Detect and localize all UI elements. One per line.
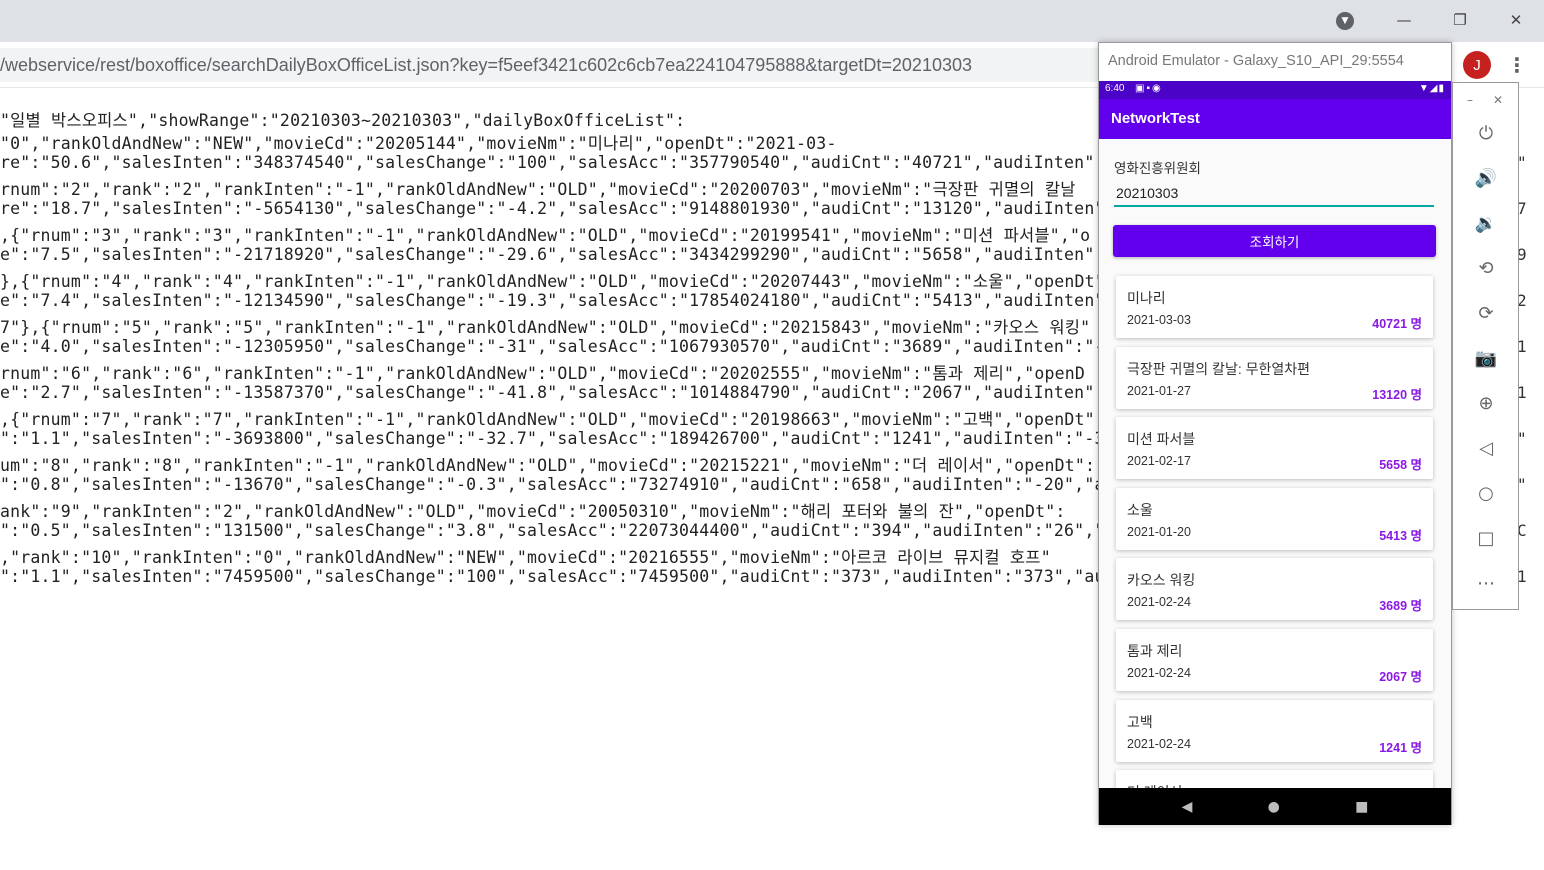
side-toolbar-header: – ✕	[1453, 89, 1518, 107]
movie-card[interactable]: 고백 2021-02-24 1241 명	[1116, 699, 1433, 762]
movie-card[interactable]: 미나리 2021-03-03 40721 명	[1116, 276, 1433, 338]
movie-audience-count: 3689 명	[1379, 599, 1422, 614]
chevron-down-icon[interactable]: ▼	[1336, 12, 1354, 30]
rotate-left-icon[interactable]: ⟲	[1474, 256, 1498, 280]
volume-up-icon[interactable]: 🔊	[1474, 166, 1498, 190]
movie-card[interactable]: 톰과 제리 2021-02-24 2067 명	[1116, 629, 1433, 691]
zoom-icon[interactable]: ⊕	[1474, 391, 1498, 415]
movie-title: 미나리	[1127, 290, 1166, 306]
emulator-title: Android Emulator - Galaxy_S10_API_29:555…	[1099, 43, 1451, 81]
back-icon[interactable]: ◁	[1474, 436, 1498, 460]
android-nav-bar: ◀ ● ■	[1099, 788, 1451, 825]
movie-open-date: 2021-02-24	[1127, 736, 1191, 751]
json-line: ":"1.1","salesInten":"7459500","salesCha…	[0, 567, 1115, 586]
close-icon[interactable]: ✕	[1488, 0, 1544, 40]
movie-open-date: 2021-01-20	[1127, 524, 1191, 539]
camera-icon[interactable]: 📷	[1474, 346, 1498, 370]
power-icon[interactable]: ⏻	[1474, 121, 1498, 145]
minimize-icon[interactable]: –	[1467, 93, 1473, 107]
close-icon[interactable]: ✕	[1493, 93, 1503, 107]
movie-card[interactable]: 극장판 귀멸의 칼날: 무한열차편 2021-01-27 13120 명	[1116, 346, 1433, 409]
movie-title: 미션 파서블	[1127, 431, 1196, 448]
json-line: "0","rankOldAndNew":"NEW","movieCd":"202…	[0, 134, 837, 153]
url-text: /webservice/rest/boxoffice/searchDailyBo…	[0, 55, 972, 75]
date-input[interactable]	[1114, 181, 1434, 207]
minimize-icon[interactable]: —	[1376, 0, 1432, 40]
notification-icons: ▣▪◉	[1135, 83, 1163, 94]
json-line: 7"},{"rnum":"5","rank":"5","rankInten":"…	[0, 318, 1091, 337]
rotate-right-icon[interactable]: ⟳	[1474, 301, 1498, 325]
json-line: ank":"9","rankInten":"2","rankOldAndNew"…	[0, 502, 1066, 521]
movie-card[interactable]: 미션 파서블 2021-02-17 5658 명	[1116, 417, 1433, 480]
overview-icon[interactable]: □	[1474, 526, 1498, 550]
json-line: ":"1.1","salesInten":"-3693800","salesCh…	[0, 429, 1115, 448]
nav-back-icon[interactable]: ◀	[1182, 799, 1193, 815]
json-line: e":"2.7","salesInten":"-13587370","sales…	[0, 383, 1105, 402]
json-line: um":"8","rank":"8","rankInten":"-1","ran…	[0, 456, 1096, 475]
json-line: rnum":"2","rank":"2","rankInten":"-1","r…	[0, 180, 1076, 199]
json-line: re":"18.7","salesInten":"-5654130","sale…	[0, 199, 1115, 218]
home-icon[interactable]: ○	[1474, 481, 1498, 505]
restore-icon[interactable]: ❐	[1432, 0, 1488, 40]
movie-audience-count: 13120 명	[1372, 387, 1422, 402]
movie-audience-count: 40721 명	[1372, 317, 1422, 331]
signal-battery-icons: ▼◢▮	[1418, 83, 1445, 94]
movie-open-date: 2021-02-17	[1127, 454, 1191, 469]
status-time: 6:40	[1105, 83, 1125, 94]
movie-audience-count: 5658 명	[1379, 458, 1422, 473]
movie-title: 톰과 제리	[1127, 643, 1183, 659]
json-line: ":"0.8","salesInten":"-13670","salesChan…	[0, 475, 1115, 494]
movie-title: 소울	[1127, 501, 1153, 518]
json-line: e":"7.4","salesInten":"-12134590","sales…	[0, 291, 1115, 310]
json-line: ,"rank":"10","rankInten":"0","rankOldAnd…	[0, 548, 1051, 567]
nav-home-icon[interactable]: ●	[1268, 799, 1280, 815]
json-line: e":"4.0","salesInten":"-12305950","sales…	[0, 337, 1115, 356]
movie-title: 카오스 워킹	[1127, 572, 1196, 589]
json-line: rnum":"6","rank":"6","rankInten":"-1","r…	[0, 364, 1086, 383]
movie-audience-count: 5413 명	[1379, 528, 1422, 543]
movie-open-date: 2021-03-03	[1127, 313, 1191, 327]
volume-down-icon[interactable]: 🔉	[1474, 211, 1498, 235]
json-line: ":"0.5","salesInten":"131500","salesChan…	[0, 521, 1115, 540]
movie-card[interactable]: 카오스 워킹 2021-02-24 3689 명	[1116, 558, 1433, 621]
query-button[interactable]: 조회하기	[1113, 225, 1436, 257]
window-controls: — ❐ ✕	[1376, 0, 1544, 40]
android-emulator-window: Android Emulator - Galaxy_S10_API_29:555…	[1098, 42, 1452, 825]
movie-card[interactable]: 소울 2021-01-20 5413 명	[1116, 487, 1433, 550]
json-line: "일별 박스오피스","showRange":"20210303~2021030…	[0, 111, 686, 130]
json-line: e":"7.5","salesInten":"-21718920","sales…	[0, 245, 1105, 264]
json-line: re":"50.6","salesInten":"348374540","sal…	[0, 153, 1105, 172]
phone-screen: 6:40 ▣▪◉ ▼◢▮ NetworkTest 영화진흥위원회 조회하기 미나…	[1099, 81, 1451, 825]
json-line: ,{"rnum":"7","rank":"7","rankInten":"-1"…	[0, 410, 1105, 429]
movie-open-date: 2021-01-27	[1127, 383, 1191, 398]
movie-audience-count: 1241 명	[1379, 740, 1422, 755]
profile-avatar[interactable]: J	[1463, 51, 1491, 79]
browser-titlebar: ▼ — ❐ ✕	[0, 0, 1544, 42]
movie-open-date: 2021-02-24	[1127, 666, 1191, 680]
more-icon[interactable]: ⋯	[1474, 571, 1498, 595]
movie-title: 고백	[1127, 713, 1153, 730]
nav-recents-icon[interactable]: ■	[1355, 799, 1368, 815]
status-bar: 6:40 ▣▪◉ ▼◢▮	[1099, 81, 1451, 99]
movie-open-date: 2021-02-24	[1127, 595, 1191, 610]
json-line: ,{"rnum":"3","rank":"3","rankInten":"-1"…	[0, 226, 1091, 245]
app-bar-title: NetworkTest	[1099, 99, 1451, 139]
movie-title: 극장판 귀멸의 칼날: 무한열차편	[1127, 360, 1310, 377]
emulator-side-toolbar: – ✕ ⏻ 🔊 🔉 ⟲ ⟳ 📷 ⊕ ◁ ○ □ ⋯	[1452, 82, 1519, 610]
org-label: 영화진흥위원회	[1114, 161, 1201, 176]
movie-audience-count: 2067 명	[1379, 670, 1422, 684]
json-line: },{"rnum":"4","rank":"4","rankInten":"-1…	[0, 272, 1105, 291]
kebab-menu-icon[interactable]: ⋮	[1507, 52, 1527, 78]
